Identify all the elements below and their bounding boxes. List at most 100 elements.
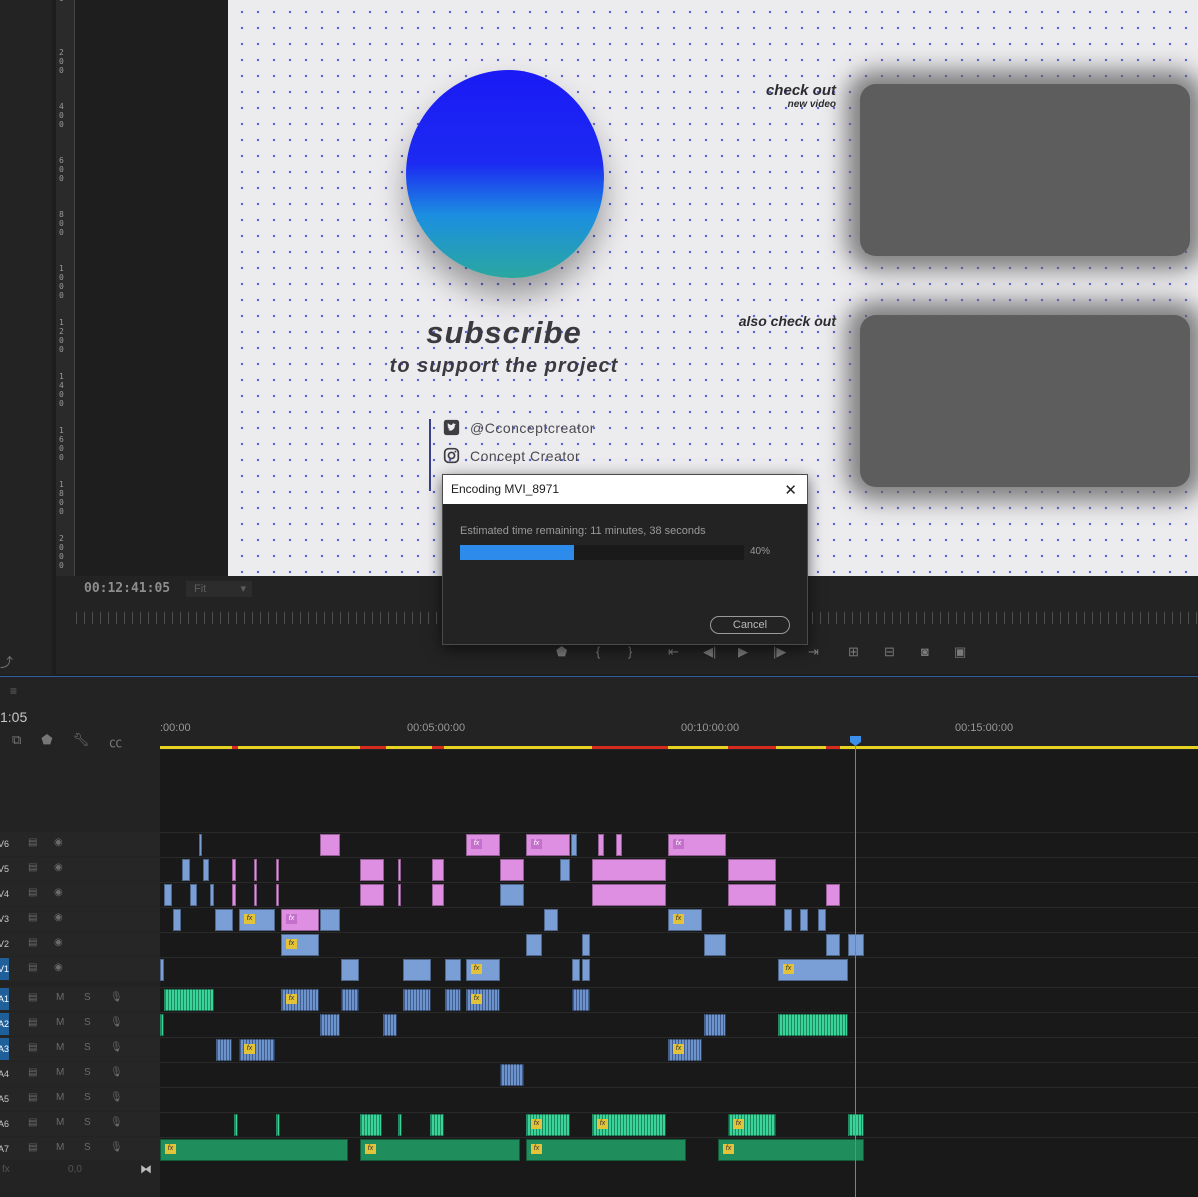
track-label[interactable]: A7 xyxy=(0,1138,9,1160)
solo-button[interactable]: S xyxy=(84,1042,91,1053)
track-row[interactable]: fx fx fx xyxy=(160,1112,1198,1137)
video-clip[interactable] xyxy=(320,834,340,856)
video-clip[interactable]: fx xyxy=(526,834,570,856)
cancel-button[interactable]: Cancel xyxy=(710,616,790,634)
mute-button[interactable]: M xyxy=(56,1042,64,1053)
sync-lock-icon[interactable]: ▤ xyxy=(28,937,37,948)
video-clip[interactable] xyxy=(232,884,236,906)
mute-button[interactable]: M xyxy=(56,992,64,1003)
audio-clip[interactable] xyxy=(572,989,590,1011)
video-clip[interactable] xyxy=(199,834,202,856)
audio-clip[interactable]: fx xyxy=(728,1114,776,1136)
track-label[interactable]: A6 xyxy=(0,1113,9,1135)
video-clip[interactable] xyxy=(592,859,666,881)
video-clip[interactable] xyxy=(210,884,214,906)
video-clip[interactable] xyxy=(360,859,384,881)
audio-clip[interactable]: fx xyxy=(466,989,500,1011)
mute-button[interactable]: M xyxy=(56,1017,64,1028)
wrench-icon[interactable]: 🔧︎ xyxy=(73,732,90,751)
video-clip[interactable] xyxy=(544,909,558,931)
video-clip[interactable] xyxy=(232,859,236,881)
mark-in-icon[interactable]: { xyxy=(596,644,600,659)
export-icon[interactable]: ⤴ xyxy=(0,652,13,671)
zoom-select[interactable]: Fit ▾ xyxy=(186,581,252,597)
marker-icon[interactable]: ⬟ xyxy=(556,644,567,660)
video-clip[interactable] xyxy=(360,884,384,906)
track-row[interactable] xyxy=(160,1087,1198,1112)
track-label[interactable]: A5 xyxy=(0,1088,9,1110)
track-label[interactable]: V2 xyxy=(0,933,9,955)
track-row[interactable]: fx fx xyxy=(160,957,1198,982)
audio-clip[interactable] xyxy=(216,1039,232,1061)
audio-clip[interactable] xyxy=(430,1114,444,1136)
mic-icon[interactable]: 🎙︎ xyxy=(110,1042,123,1053)
track-row[interactable] xyxy=(160,1012,1198,1037)
audio-clip[interactable]: fx xyxy=(668,1039,702,1061)
track-header[interactable]: A5 ▤ M S 🎙︎ xyxy=(0,1087,160,1111)
audio-clip[interactable] xyxy=(403,989,431,1011)
sync-lock-icon[interactable]: ▤ xyxy=(28,1117,37,1128)
video-clip[interactable] xyxy=(826,934,840,956)
video-clip[interactable] xyxy=(276,884,279,906)
zoom-handle-icon[interactable]: ⧓ xyxy=(140,1162,152,1176)
extract-icon[interactable]: ⊟ xyxy=(884,644,895,660)
video-clip[interactable] xyxy=(598,834,604,856)
audio-clip[interactable] xyxy=(234,1114,238,1136)
step-back-icon[interactable]: ◀| xyxy=(703,644,716,660)
solo-button[interactable]: S xyxy=(84,1142,91,1153)
video-clip[interactable] xyxy=(254,859,257,881)
track-row[interactable]: fx fx xyxy=(160,987,1198,1012)
video-clip[interactable] xyxy=(403,959,431,981)
video-clip[interactable] xyxy=(526,934,542,956)
track-header[interactable]: V4 ▤ ◉ xyxy=(0,882,160,906)
track-row[interactable]: fx fx xyxy=(160,1037,1198,1062)
track-label[interactable]: V5 xyxy=(0,858,9,880)
audio-clip[interactable]: fx xyxy=(160,1139,348,1161)
audio-clip[interactable]: fx xyxy=(281,989,319,1011)
audio-clip[interactable] xyxy=(398,1114,402,1136)
video-clip[interactable]: fx xyxy=(668,909,702,931)
track-label[interactable]: A3 xyxy=(0,1038,9,1060)
track-header[interactable]: V1 ▤ ◉ xyxy=(0,957,160,981)
sync-lock-icon[interactable]: ▤ xyxy=(28,1042,37,1053)
audio-clip[interactable]: fx xyxy=(360,1139,520,1161)
video-clip[interactable]: fx xyxy=(778,959,848,981)
solo-button[interactable]: S xyxy=(84,1117,91,1128)
track-row[interactable] xyxy=(160,857,1198,882)
add-marker-icon[interactable]: ⬟ xyxy=(41,732,52,751)
video-clip[interactable] xyxy=(203,859,209,881)
playhead-line[interactable] xyxy=(855,736,856,1197)
video-clip[interactable] xyxy=(398,884,401,906)
camera-icon[interactable]: ◙ xyxy=(921,644,929,659)
track-row[interactable] xyxy=(160,1062,1198,1087)
video-clip[interactable]: fx xyxy=(466,834,500,856)
sync-lock-icon[interactable]: ▤ xyxy=(28,1067,37,1078)
video-clip[interactable] xyxy=(728,859,776,881)
audio-clip[interactable]: fx xyxy=(526,1139,686,1161)
sync-lock-icon[interactable]: ▤ xyxy=(28,992,37,1003)
video-clip[interactable] xyxy=(704,934,726,956)
solo-button[interactable]: S xyxy=(84,1092,91,1103)
timeline-timecode[interactable]: 1:05 xyxy=(0,709,27,725)
video-clip[interactable]: fx xyxy=(668,834,726,856)
video-clip[interactable]: fx xyxy=(281,934,319,956)
go-to-out-icon[interactable]: ⇥ xyxy=(808,644,819,660)
audio-clip[interactable] xyxy=(778,1014,848,1036)
captions-icon[interactable]: ㏄ xyxy=(109,732,122,751)
track-row[interactable]: fx xyxy=(160,932,1198,957)
sync-lock-icon[interactable]: ▤ xyxy=(28,1142,37,1153)
sync-lock-icon[interactable]: ▤ xyxy=(28,1092,37,1103)
eye-icon[interactable]: ◉ xyxy=(54,837,63,848)
sync-lock-icon[interactable]: ▤ xyxy=(28,1017,37,1028)
track-header[interactable]: A4 ▤ M S 🎙︎ xyxy=(0,1062,160,1086)
mute-button[interactable]: M xyxy=(56,1092,64,1103)
playhead-timecode[interactable]: 00:12:41:05 xyxy=(84,581,170,596)
track-header[interactable]: V6 ▤ ◉ xyxy=(0,832,160,856)
video-clip[interactable] xyxy=(592,884,666,906)
track-label[interactable]: V1 xyxy=(0,958,9,980)
mute-button[interactable]: M xyxy=(56,1067,64,1078)
audio-clip[interactable] xyxy=(500,1064,524,1086)
video-clip[interactable] xyxy=(341,959,359,981)
video-clip[interactable] xyxy=(500,884,524,906)
eye-icon[interactable]: ◉ xyxy=(54,912,63,923)
